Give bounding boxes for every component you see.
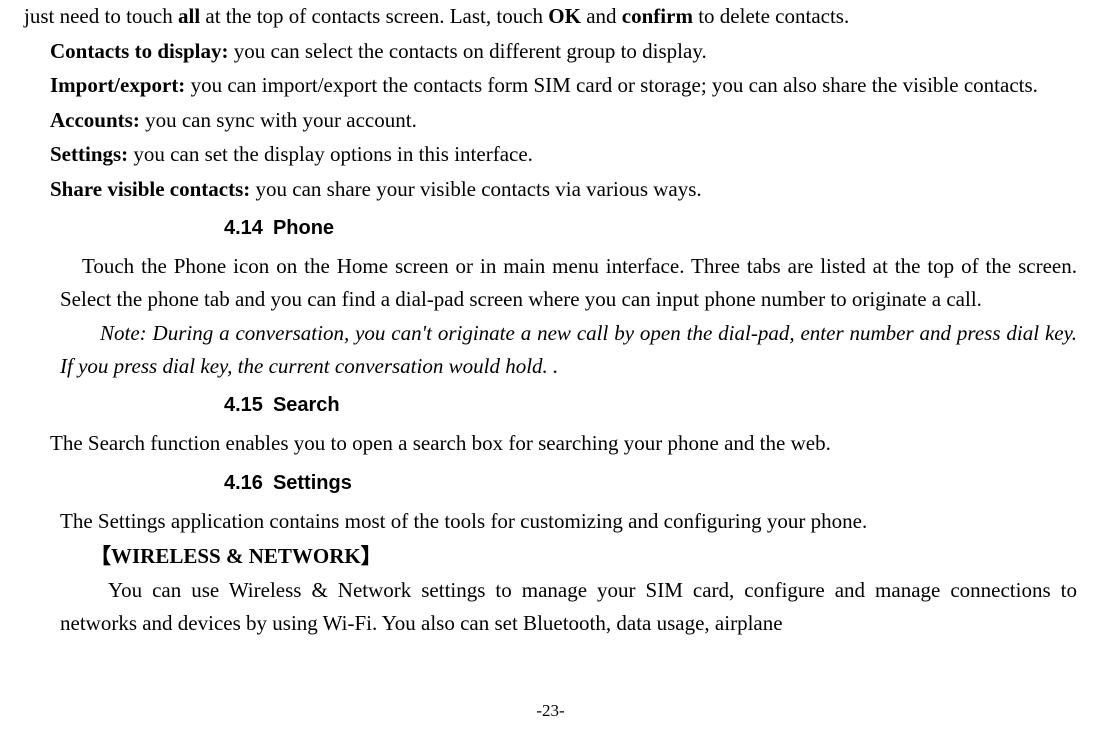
item-label: Import/export:: [50, 73, 185, 97]
wireless-label-line: 【WIRELESS & NETWORK】: [60, 540, 1077, 573]
item-label: Contacts to display:: [50, 39, 229, 63]
item-share-visible: Share visible contacts: you can share yo…: [24, 173, 1077, 206]
heading-phone: 4.14 Phone: [224, 213, 1077, 244]
top-line: just need to touch all at the top of con…: [24, 0, 1077, 33]
item-text: you can set the display options in this …: [128, 142, 533, 166]
item-text: you can import/export the contacts form …: [185, 73, 1038, 97]
settings-block: The Settings application contains most o…: [24, 505, 1077, 639]
heading-title: Phone: [273, 217, 334, 239]
item-text: you can select the contacts on different…: [229, 39, 707, 63]
text: to delete contacts.: [693, 4, 849, 28]
page-footer: -23-: [0, 698, 1101, 724]
item-accounts: Accounts: you can sync with your account…: [24, 104, 1077, 137]
text: just need to touch: [24, 4, 178, 28]
search-body: The Search function enables you to open …: [24, 427, 1077, 460]
page-content: just need to touch all at the top of con…: [0, 0, 1101, 639]
item-text: you can share your visible contacts via …: [250, 177, 701, 201]
phone-body: Touch the Phone icon on the Home screen …: [60, 250, 1077, 315]
page-number: -23-: [536, 701, 564, 720]
heading-settings: 4.16 Settings: [224, 468, 1077, 499]
phone-block: Touch the Phone icon on the Home screen …: [24, 250, 1077, 382]
settings-intro: The Settings application contains most o…: [60, 505, 1077, 538]
heading-search: 4.15 Search: [224, 390, 1077, 421]
heading-number: 4.15: [224, 394, 263, 416]
item-label: Share visible contacts:: [50, 177, 250, 201]
phone-note: Note: During a conversation, you can't o…: [60, 317, 1077, 382]
wireless-body: You can use Wireless & Network settings …: [60, 574, 1077, 639]
bold-all: all: [178, 4, 200, 28]
item-label: Accounts:: [50, 108, 140, 132]
text: at the top of contacts screen. Last, tou…: [200, 4, 548, 28]
item-text: you can sync with your account.: [140, 108, 417, 132]
heading-title: Search: [273, 394, 340, 416]
text: and: [581, 4, 622, 28]
heading-number: 4.16: [224, 472, 263, 494]
bold-ok: OK: [548, 4, 581, 28]
item-label: Settings:: [50, 142, 128, 166]
item-settings: Settings: you can set the display option…: [24, 138, 1077, 171]
item-import-export: Import/export: you can import/export the…: [24, 69, 1077, 102]
heading-number: 4.14: [224, 217, 263, 239]
bold-confirm: confirm: [622, 4, 693, 28]
item-contacts-to-display: Contacts to display: you can select the …: [24, 35, 1077, 68]
heading-title: Settings: [273, 472, 352, 494]
wireless-label: 【WIRELESS & NETWORK】: [90, 544, 382, 568]
